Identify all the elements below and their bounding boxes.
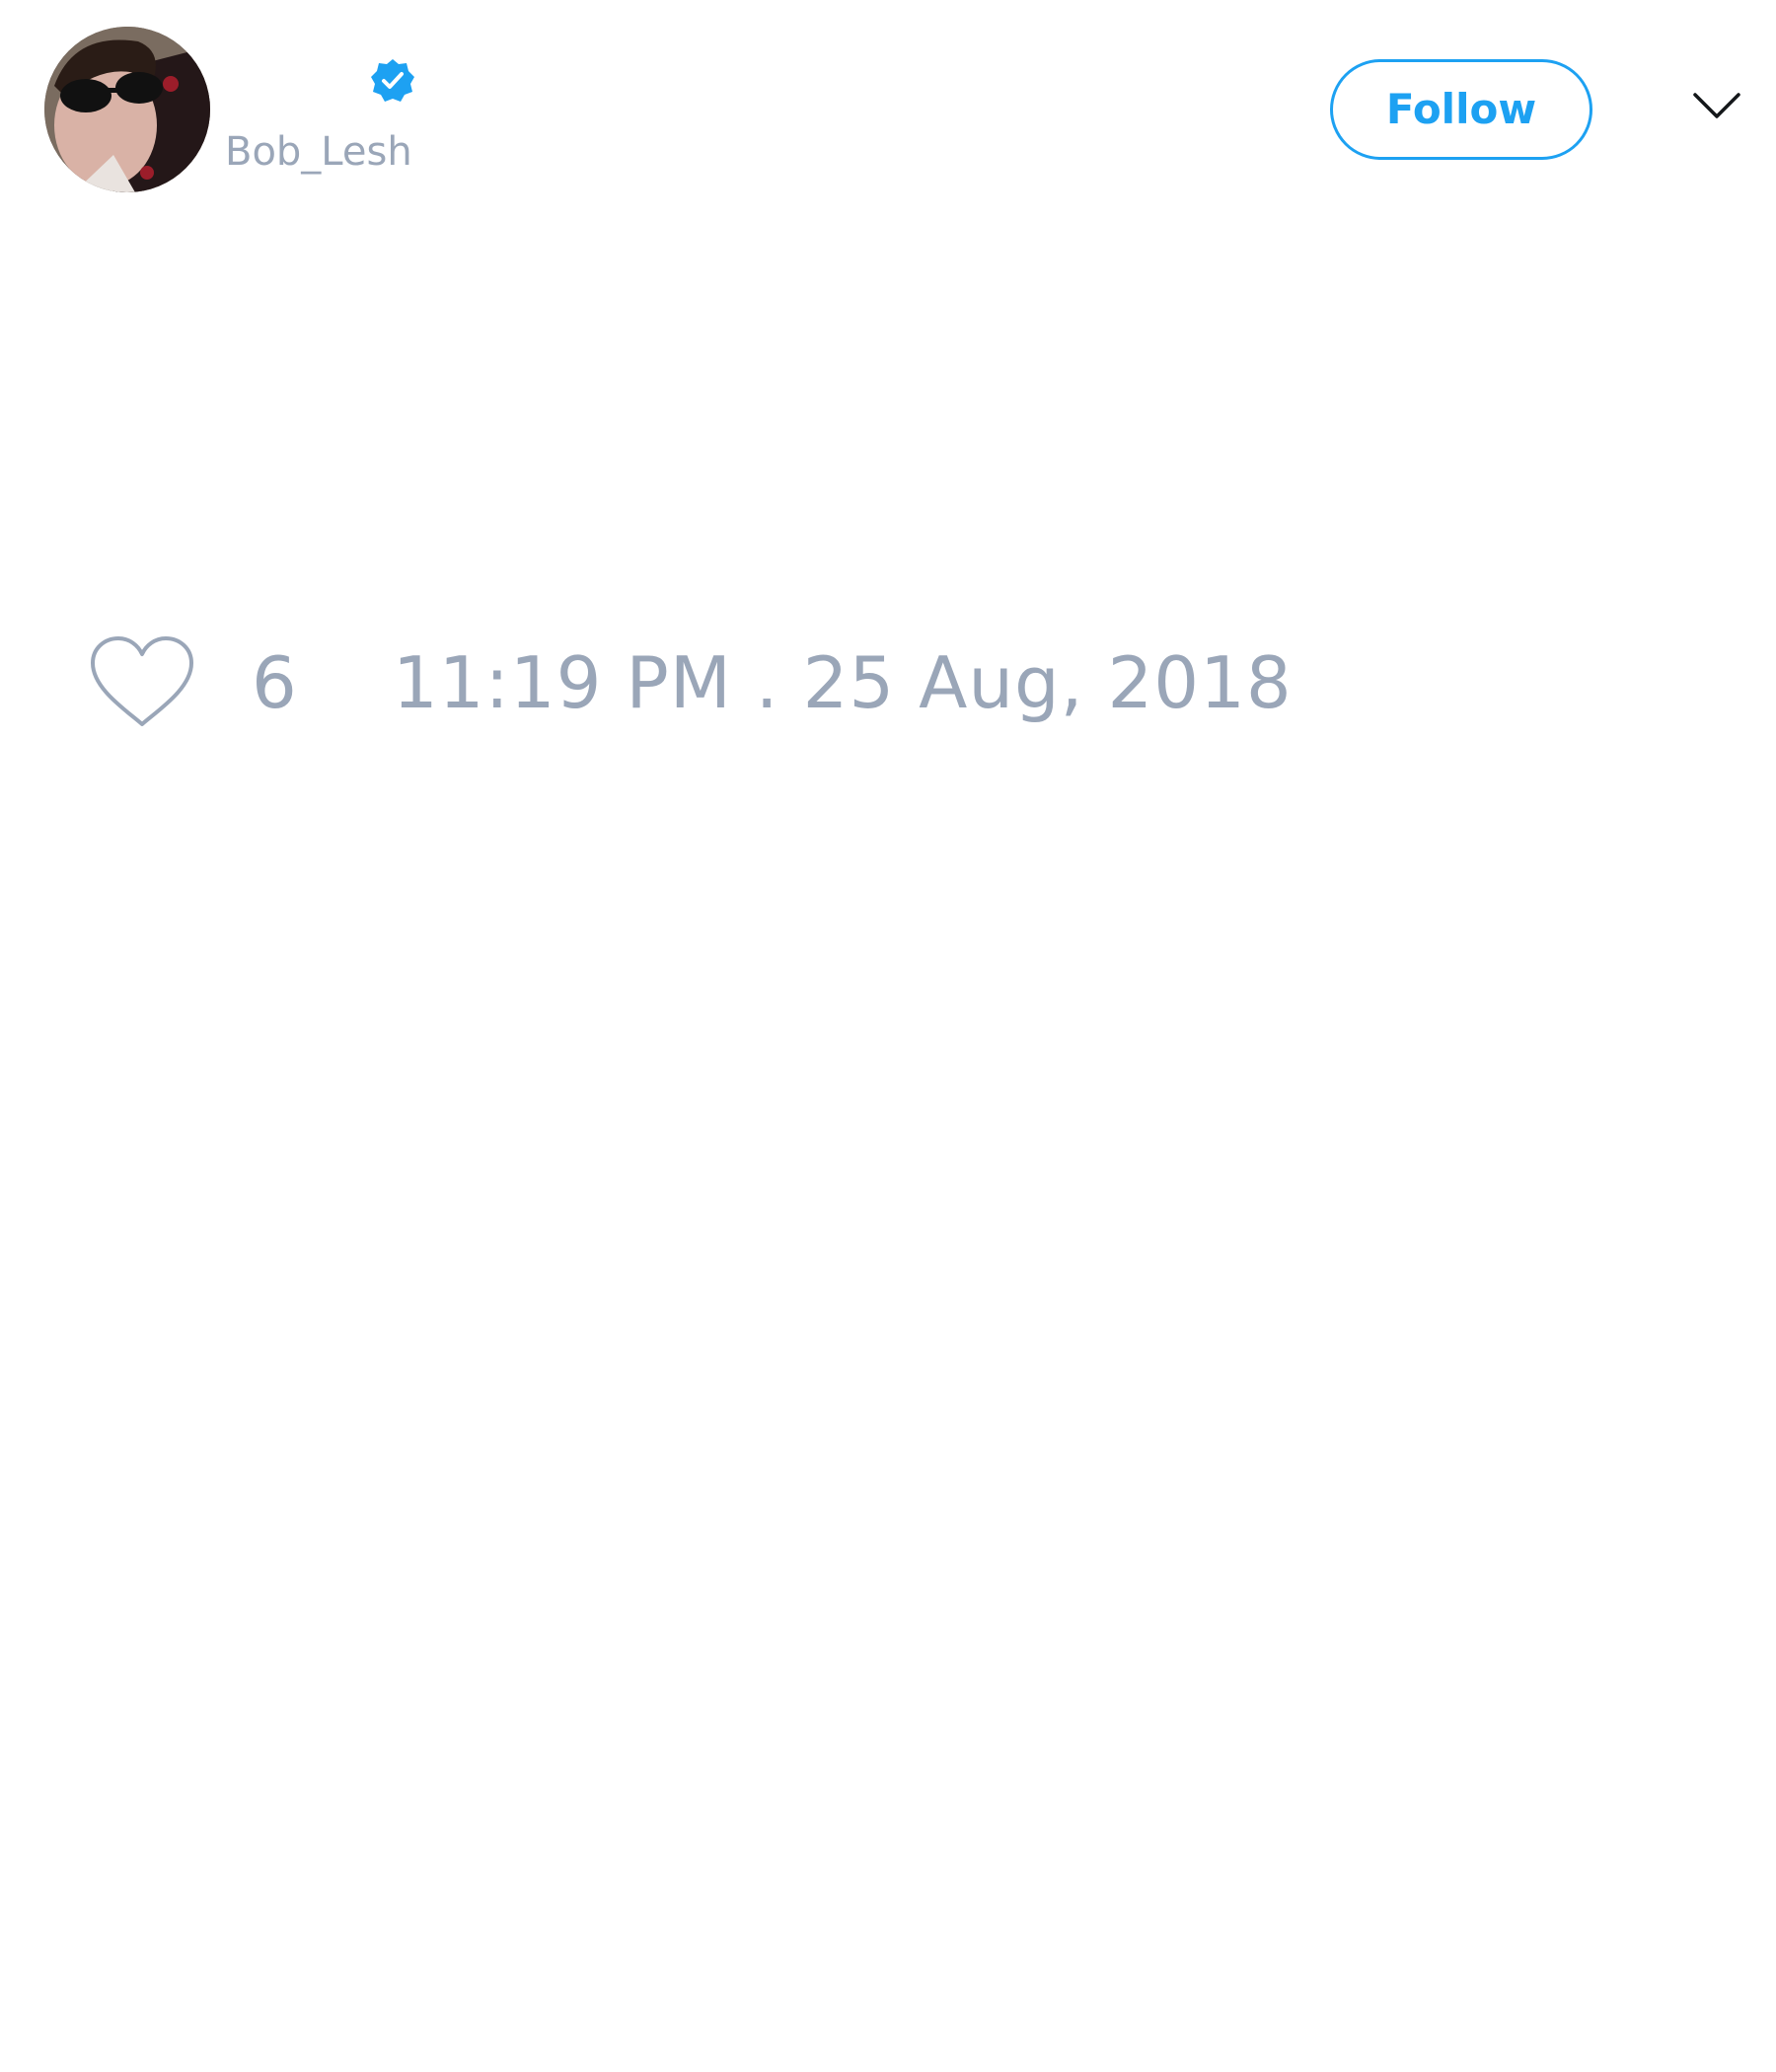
tweet-card: Bob_Lesh Follow 6 11:19 PM . 25 Aug, 201…	[0, 0, 1776, 2072]
verified-badge-icon	[369, 57, 416, 105]
tweet-timestamp[interactable]: 11:19 PM . 25 Aug, 2018	[393, 641, 1293, 724]
like-count: 6	[252, 641, 297, 724]
heart-icon[interactable]	[89, 635, 195, 730]
avatar-image	[44, 27, 210, 192]
follow-button[interactable]: Follow	[1330, 59, 1592, 160]
author-handle[interactable]: Bob_Lesh	[225, 124, 412, 180]
avatar[interactable]	[44, 27, 210, 192]
chevron-down-icon[interactable]	[1692, 91, 1741, 120]
